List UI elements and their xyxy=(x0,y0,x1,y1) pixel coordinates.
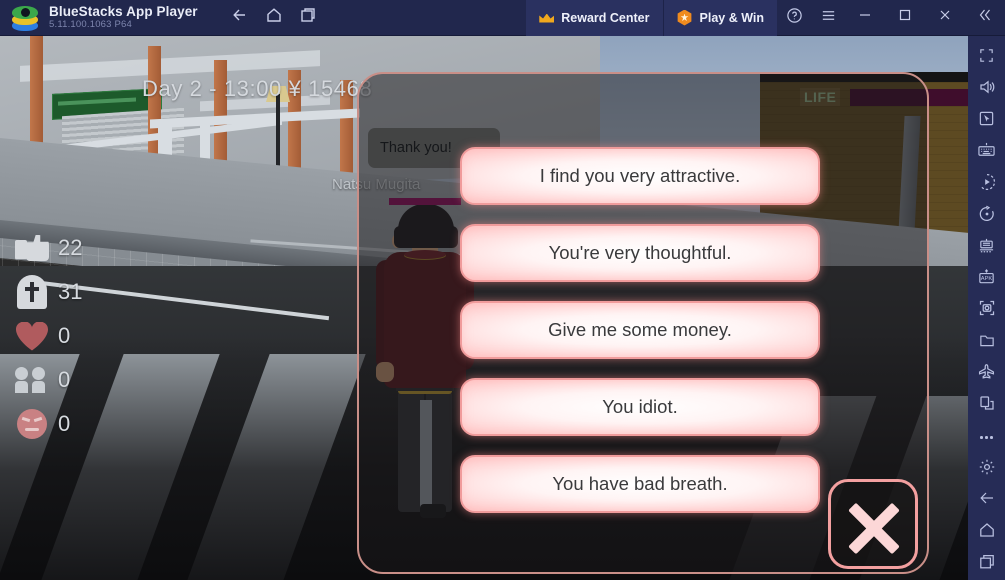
sidebar-item-macro-recorder[interactable] xyxy=(968,169,1005,201)
play-circle-icon xyxy=(978,173,996,196)
heart-icon xyxy=(6,322,58,351)
minimize-icon xyxy=(858,8,872,27)
dialogue-option-label: You're very thoughtful. xyxy=(548,242,732,263)
angry-face-icon xyxy=(6,409,58,439)
nav-button-group xyxy=(224,3,324,33)
close-icon xyxy=(938,8,952,27)
collapse-sidebar-button[interactable] xyxy=(965,0,1005,36)
close-button[interactable] xyxy=(925,0,965,36)
hud-stat-value: 0 xyxy=(58,323,71,348)
bluestacks-sidebar: APK xyxy=(968,36,1005,580)
maximize-button[interactable] xyxy=(885,0,925,36)
people-icon xyxy=(6,367,58,393)
maximize-icon xyxy=(898,8,912,27)
camera-icon xyxy=(978,299,996,322)
dialogue-option-label: You have bad breath. xyxy=(552,473,728,494)
help-button[interactable] xyxy=(777,0,811,36)
sidebar-item-fullscreen[interactable] xyxy=(968,42,1005,74)
crown-icon xyxy=(539,12,554,24)
minimize-button[interactable] xyxy=(845,0,885,36)
dialogue-option-label: Give me some money. xyxy=(548,319,732,340)
dialogue-option-2[interactable]: You're very thoughtful. xyxy=(460,224,820,282)
dialogue-close-button[interactable] xyxy=(828,479,918,569)
ellipsis-icon xyxy=(980,436,993,439)
menu-button[interactable] xyxy=(811,0,845,36)
hexagon-star-icon xyxy=(677,9,692,26)
cursor-icon xyxy=(978,110,995,132)
app-title: BlueStacks App Player xyxy=(49,3,198,19)
hud-stat-value: 22 xyxy=(58,235,83,260)
copy-icon xyxy=(978,394,996,417)
sidebar-item-volume[interactable] xyxy=(968,74,1005,106)
sidebar-item-media-manager[interactable] xyxy=(968,327,1005,359)
dialogue-option-label: I find you very attractive. xyxy=(539,165,741,186)
arrow-left-icon xyxy=(978,489,996,512)
hud-stat-love: 0 xyxy=(6,314,82,358)
game-viewport[interactable]: Natsu Mugita Day 2 - 13:00 ¥ 15468 22 31… xyxy=(0,36,968,580)
sidebar-item-rotate[interactable] xyxy=(968,200,1005,232)
reward-center-label: Reward Center xyxy=(561,10,650,25)
dialogue-option-3[interactable]: Give me some money. xyxy=(460,301,820,359)
hud-stat-value: 31 xyxy=(58,279,83,304)
dialogue-option-1[interactable]: I find you very attractive. xyxy=(460,147,820,205)
svg-text:APK: APK xyxy=(981,276,993,282)
sidebar-item-recents[interactable] xyxy=(968,548,1005,580)
question-circle-icon xyxy=(786,7,803,29)
dialogue-option-5[interactable]: You have bad breath. xyxy=(460,455,820,513)
double-chevron-left-icon xyxy=(977,7,993,28)
fullscreen-icon xyxy=(978,47,995,69)
hud-status-line: Day 2 - 13:00 ¥ 15468 xyxy=(142,76,373,101)
apk-icon: APK xyxy=(977,268,996,291)
gear-icon xyxy=(978,458,996,481)
hud-stat-value: 0 xyxy=(58,367,71,392)
titlebar-recents-button[interactable] xyxy=(292,3,324,33)
sidebar-item-copy-paste[interactable] xyxy=(968,390,1005,422)
bluestacks-logo-icon xyxy=(12,5,38,31)
bluestacks-window: BlueStacks App Player 5.11.100.1063 P64 xyxy=(0,0,1005,580)
sidebar-item-multi-instance[interactable] xyxy=(968,232,1005,264)
titlebar-home-button[interactable] xyxy=(258,3,290,33)
hud-stat-reputation: 22 xyxy=(6,226,82,270)
folder-icon xyxy=(978,332,996,354)
recents-icon xyxy=(299,6,317,29)
keyboard-icon xyxy=(977,142,996,164)
rotate-icon xyxy=(978,205,996,228)
sidebar-item-eco-mode[interactable] xyxy=(968,358,1005,390)
sidebar-item-keyboard-controls[interactable] xyxy=(968,137,1005,169)
reward-center-button[interactable]: Reward Center xyxy=(526,0,663,36)
title-bar: BlueStacks App Player 5.11.100.1063 P64 xyxy=(0,0,1005,36)
sidebar-item-back[interactable] xyxy=(968,485,1005,517)
hud-stats-panel: 22 31 0 0 0 xyxy=(6,226,82,446)
sidebar-item-game-controls[interactable] xyxy=(968,105,1005,137)
arrow-left-icon xyxy=(231,6,249,29)
play-and-win-button[interactable]: Play & Win xyxy=(663,0,777,36)
play-and-win-label: Play & Win xyxy=(699,10,764,25)
home-icon xyxy=(978,521,996,544)
dialogue-option-label: You idiot. xyxy=(602,396,678,417)
thumbs-up-icon xyxy=(6,235,58,261)
sidebar-item-settings[interactable] xyxy=(968,453,1005,485)
hud-stat-value: 0 xyxy=(58,411,71,436)
sidebar-item-more[interactable] xyxy=(968,422,1005,454)
sidebar-item-install-apk[interactable]: APK xyxy=(968,263,1005,295)
recents-icon xyxy=(978,553,996,576)
airplane-icon xyxy=(977,363,996,386)
app-version: 5.11.100.1063 P64 xyxy=(49,19,132,31)
multi-instance-icon xyxy=(977,237,996,259)
speech-bubble-text: Thank you! xyxy=(380,140,452,156)
title-text-block: BlueStacks App Player 5.11.100.1063 P64 xyxy=(49,3,198,31)
dialogue-option-4[interactable]: You idiot. xyxy=(460,378,820,436)
hamburger-icon xyxy=(820,7,837,29)
sidebar-item-screenshot[interactable] xyxy=(968,295,1005,327)
hud-stat-deaths: 31 xyxy=(6,270,82,314)
home-icon xyxy=(265,6,283,29)
titlebar-right-group: Reward Center Play & Win xyxy=(526,0,1005,36)
hud-stat-friends: 0 xyxy=(6,358,82,402)
gravestone-icon xyxy=(6,275,58,309)
titlebar-back-button[interactable] xyxy=(224,3,256,33)
hud-stat-anger: 0 xyxy=(6,402,82,446)
speaker-icon xyxy=(978,78,996,101)
sidebar-item-home[interactable] xyxy=(968,517,1005,549)
